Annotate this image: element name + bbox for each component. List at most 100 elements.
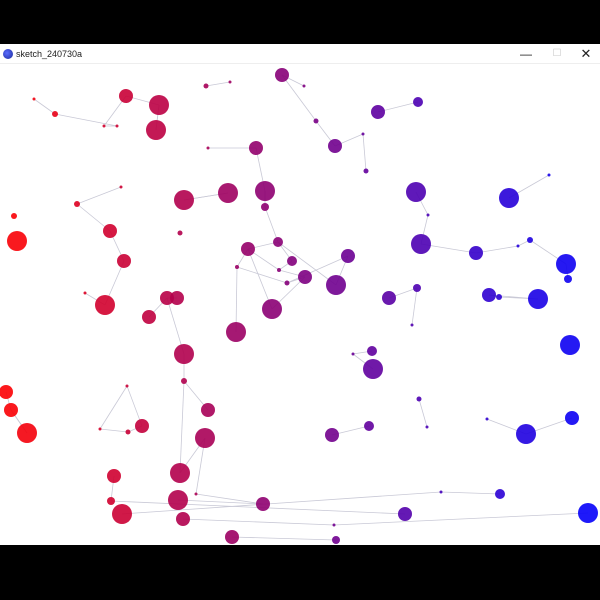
node-circle <box>261 203 269 211</box>
node-circle <box>170 291 184 305</box>
edge-line <box>182 518 335 526</box>
window-title: sketch_240730a <box>16 49 83 59</box>
node-circle <box>416 396 422 402</box>
node-circle <box>11 213 17 219</box>
node-circle <box>203 83 209 89</box>
node-circle <box>256 497 270 511</box>
node-circle <box>528 289 548 309</box>
node-circle <box>98 427 102 431</box>
node-circle <box>361 132 365 136</box>
node-circle <box>74 201 80 207</box>
node-circle <box>112 504 132 524</box>
edge-line <box>411 287 418 326</box>
node-circle <box>298 270 312 284</box>
edge-line <box>33 98 56 115</box>
node-circle <box>235 265 239 269</box>
edge-line <box>333 512 589 526</box>
node-circle <box>168 490 188 510</box>
node-circle <box>325 428 339 442</box>
node-circle <box>255 181 275 201</box>
node-circle <box>146 120 166 140</box>
node-circle <box>262 299 282 319</box>
node-circle <box>107 469 121 483</box>
edge-line <box>362 133 367 172</box>
node-circle <box>149 95 169 115</box>
node-circle <box>95 295 115 315</box>
node-circle <box>565 411 579 425</box>
node-circle <box>4 403 18 417</box>
node-circle <box>176 512 190 526</box>
node-circle <box>410 323 414 327</box>
edge-line <box>76 186 122 205</box>
node-circle <box>560 335 580 355</box>
close-button[interactable]: ✕ <box>572 44 600 64</box>
node-circle <box>406 182 426 202</box>
node-circle <box>117 254 131 268</box>
node-circle <box>302 84 306 88</box>
node-circle <box>226 322 246 342</box>
node-circle <box>313 118 319 124</box>
node-circle <box>547 173 551 177</box>
node-circle <box>371 105 385 119</box>
node-circle <box>482 288 496 302</box>
node-circle <box>83 291 87 295</box>
edge-line <box>205 81 231 87</box>
minimize-button[interactable]: — <box>512 44 540 64</box>
node-circle <box>398 507 412 521</box>
node-circle <box>564 275 572 283</box>
node-circle <box>516 244 520 248</box>
edge-line <box>281 74 317 122</box>
processing-app-icon <box>3 49 13 59</box>
title-bar[interactable]: sketch_240730a — ☐ ✕ <box>0 44 600 64</box>
node-circle <box>495 489 505 499</box>
sketch-canvas[interactable] <box>0 64 600 545</box>
node-circle <box>556 254 576 274</box>
node-circle <box>107 497 115 505</box>
node-circle <box>249 141 263 155</box>
maximize-button[interactable]: ☐ <box>543 44 571 64</box>
node-circle <box>225 530 239 544</box>
node-circle <box>218 183 238 203</box>
node-circle <box>363 168 369 174</box>
node-circle <box>142 310 156 324</box>
node-circle <box>277 268 281 272</box>
node-circle <box>516 424 536 444</box>
node-circle <box>496 294 502 300</box>
node-circle <box>32 97 36 101</box>
node-circle <box>228 80 232 84</box>
node-circle <box>275 68 289 82</box>
node-circle <box>103 224 117 238</box>
node-circle <box>363 359 383 379</box>
node-circle <box>426 213 430 217</box>
node-circle <box>174 344 194 364</box>
app-window: sketch_240730a — ☐ ✕ <box>0 44 600 545</box>
node-circle <box>367 346 377 356</box>
node-circle <box>341 249 355 263</box>
node-circle <box>52 111 58 117</box>
node-circle <box>284 280 290 286</box>
node-circle <box>351 352 355 356</box>
node-circle <box>115 124 119 128</box>
node-circle <box>485 417 489 421</box>
node-circle <box>439 490 443 494</box>
node-circle <box>177 230 183 236</box>
edge-line <box>231 536 337 541</box>
node-circle <box>17 423 37 443</box>
node-circle <box>195 428 215 448</box>
edge-line <box>440 491 501 495</box>
node-circle <box>0 385 13 399</box>
node-circle <box>332 523 336 527</box>
edge-line <box>264 206 279 243</box>
node-network <box>0 68 598 544</box>
edge-line <box>99 428 129 433</box>
node-circle <box>328 139 342 153</box>
node-circle <box>201 403 215 417</box>
edge-line <box>54 113 118 127</box>
node-circle <box>174 190 194 210</box>
node-circle <box>332 536 340 544</box>
node-circle <box>469 246 483 260</box>
edge-line <box>99 385 128 430</box>
node-circle <box>578 503 598 523</box>
node-circle <box>206 146 210 150</box>
node-circle <box>125 384 129 388</box>
